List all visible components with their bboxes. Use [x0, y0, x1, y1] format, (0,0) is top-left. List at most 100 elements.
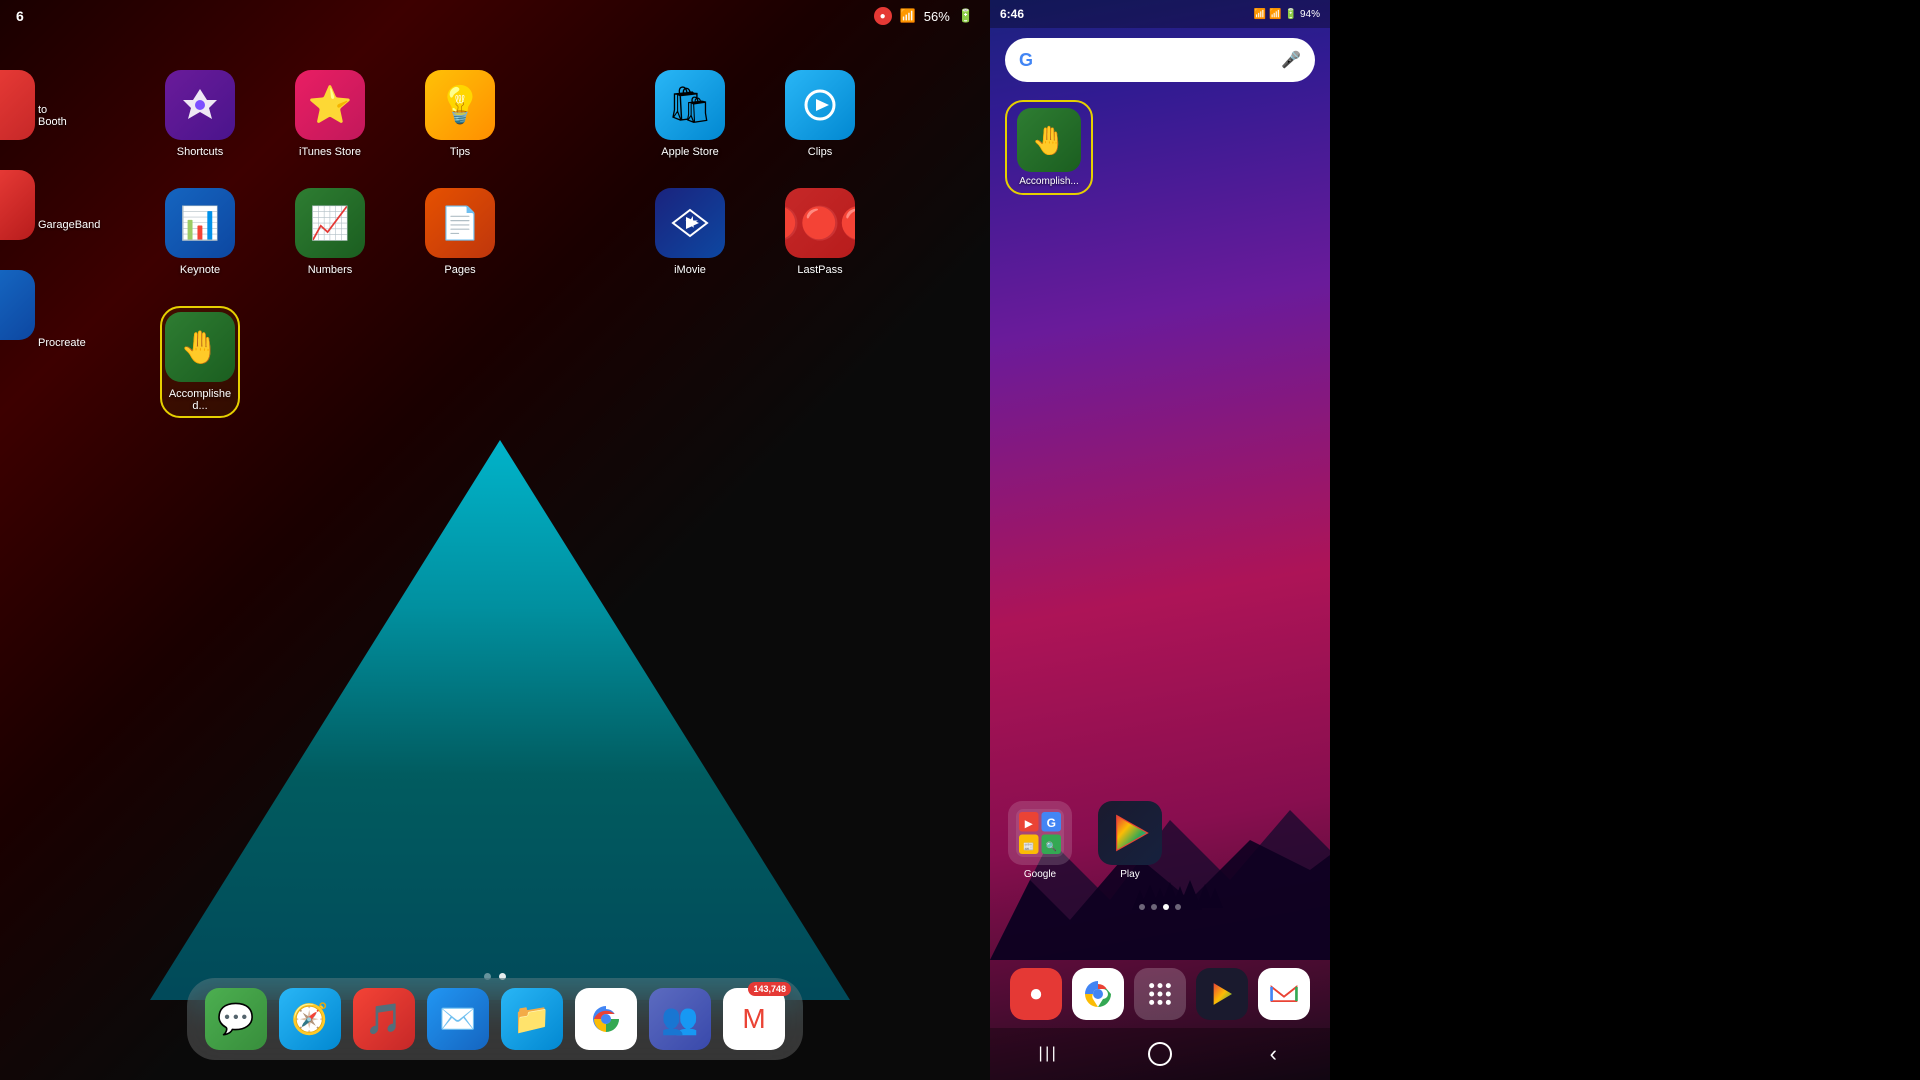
dock-messages[interactable]: 💬 [205, 988, 267, 1050]
dock-music[interactable]: 🎵 [353, 988, 415, 1050]
shortcuts-label: Shortcuts [177, 146, 223, 158]
imovie-icon: ★ [655, 188, 725, 258]
app-keynote[interactable]: 📊 Keynote [160, 188, 240, 276]
accomplished-icon: 🤚 [165, 312, 235, 382]
garageband-label: GarageBand [38, 219, 100, 231]
keynote-label: Keynote [180, 264, 220, 276]
android-screen: 6:46 📶 📶 🔋 94% G 🎤 🤚 Accomplish... [990, 0, 1330, 1080]
android-battery: 🔋 94% [1285, 9, 1320, 20]
app-pages[interactable]: 📄 Pages [420, 188, 500, 276]
android-navbar: | | | ‹ [990, 1028, 1330, 1080]
numbers-label: Numbers [308, 264, 353, 276]
gmail-badge: 143,748 [748, 982, 791, 996]
left-edge-label: to Booth [0, 99, 70, 128]
app-shortcuts[interactable]: Shortcuts [160, 70, 240, 158]
app-imovie[interactable]: ★ iMovie [650, 188, 730, 276]
android-play-app[interactable]: Play [1095, 801, 1165, 880]
android-nav-back[interactable]: ‹ [1253, 1034, 1293, 1074]
dock-chrome[interactable] [575, 988, 637, 1050]
android-accomplished-app[interactable]: 🤚 Accomplish... [1005, 100, 1093, 195]
statusbar-time: 6 [16, 8, 24, 24]
android-accomplished-label: Accomplish... [1019, 176, 1078, 187]
app-tips[interactable]: 💡 Tips [420, 70, 500, 158]
safari-icon: 🧭 [291, 1002, 328, 1037]
shortcuts-icon [165, 70, 235, 140]
itunes-label: iTunes Store [299, 146, 361, 158]
android-app-row: G ▶ 📰 🔍 Google [1005, 801, 1315, 880]
battery-icon: 🔋 [958, 8, 974, 24]
android-google-app[interactable]: G ▶ 📰 🔍 Google [1005, 801, 1075, 880]
pages-icon: 📄 [425, 188, 495, 258]
pages-label: Pages [444, 264, 475, 276]
android-nav-home[interactable] [1140, 1034, 1180, 1074]
android-dock-launcher[interactable] [1134, 968, 1186, 1020]
app-row-2: 📊 Keynote 📈 Numbers 📄 Pages [160, 188, 950, 276]
menu-lines-icon: | | | [1038, 1045, 1054, 1063]
dock-safari[interactable]: 🧭 [279, 988, 341, 1050]
android-page-dots [1139, 904, 1181, 910]
android-dot-1 [1139, 904, 1145, 910]
teams-icon: 👥 [661, 1002, 698, 1037]
google-app-label: Google [1024, 869, 1056, 880]
tips-label: Tips [450, 146, 470, 158]
android-dock-chrome[interactable] [1072, 968, 1124, 1020]
dock-mail[interactable]: ✉️ [427, 988, 489, 1050]
accomplished-label: Accomplished... [166, 388, 234, 412]
android-nav-menu[interactable]: | | | [1027, 1034, 1067, 1074]
ipad-screen: 6 ● 📶 56% 🔋 to Booth GarageBand Procreat… [0, 0, 990, 1080]
apple-store-label: Apple Store [661, 146, 718, 158]
app-lastpass[interactable]: 🔴🔴🔴 LastPass [780, 188, 860, 276]
tips-icon: 💡 [425, 70, 495, 140]
app-row-1: Shortcuts ⭐ iTunes Store 💡 Tips 🛍 [160, 70, 950, 158]
mic-icon[interactable]: 🎤 [1281, 50, 1301, 70]
accomplished-hand-icon: 🤚 [1032, 124, 1067, 157]
android-dock-record[interactable]: ⏺ [1010, 968, 1062, 1020]
dock-files[interactable]: 📁 [501, 988, 563, 1050]
battery-percent: 56% [924, 9, 950, 24]
time-label: 6 [16, 8, 24, 24]
clips-label: Clips [808, 146, 832, 158]
svg-text:🔍: 🔍 [1046, 841, 1057, 852]
itunes-icon: ⭐ [295, 70, 365, 140]
record-indicator: ● [874, 7, 892, 25]
dock-gmail[interactable]: M 143,748 [723, 988, 785, 1050]
android-dock-gmail[interactable] [1258, 968, 1310, 1020]
files-icon: 📁 [513, 1002, 550, 1037]
google-g-logo: G [1019, 50, 1033, 71]
android-dock-playstore[interactable] [1196, 968, 1248, 1020]
apple-store-icon: 🛍 [655, 70, 725, 140]
record-app-icon: ⏺ [1030, 981, 1041, 1007]
clips-icon [785, 70, 855, 140]
chrome-icon [588, 1001, 624, 1037]
app-itunes[interactable]: ⭐ iTunes Store [290, 70, 370, 158]
app-numbers[interactable]: 📈 Numbers [290, 188, 370, 276]
app-grid: Shortcuts ⭐ iTunes Store 💡 Tips 🛍 [0, 50, 990, 468]
keynote-icon: 📊 [165, 188, 235, 258]
svg-text:G: G [1047, 816, 1056, 830]
gmail-icon: M [742, 1003, 765, 1035]
google-folder-icon: G ▶ 📰 🔍 [1008, 801, 1072, 865]
google-searchbar[interactable]: G 🎤 [1005, 38, 1315, 82]
dock-teams[interactable]: 👥 [649, 988, 711, 1050]
android-wifi-icon: 📶 [1269, 9, 1281, 20]
android-statusbar-icons: 📶 📶 🔋 94% [1254, 9, 1320, 20]
messages-icon: 💬 [217, 1002, 254, 1037]
back-chevron-icon: ‹ [1270, 1041, 1277, 1067]
app-clips[interactable]: Clips [780, 70, 860, 158]
android-sim-icon: 📶 [1254, 9, 1266, 20]
android-dot-3 [1163, 904, 1169, 910]
android-statusbar: 6:46 📶 📶 🔋 94% [990, 0, 1330, 28]
photobooth-label: to Booth [38, 104, 70, 128]
app-apple-store[interactable]: 🛍 Apple Store [650, 70, 730, 158]
ipad-dock: 💬 🧭 🎵 ✉️ 📁 [187, 978, 803, 1060]
procreate-label: Procreate [38, 337, 86, 349]
imovie-label: iMovie [674, 264, 706, 276]
lastpass-label: LastPass [797, 264, 842, 276]
lastpass-icon: 🔴🔴🔴 [785, 188, 855, 258]
android-accomplished-icon: 🤚 [1017, 108, 1081, 172]
mail-icon: ✉️ [439, 1002, 476, 1037]
app-row-3: 🤚 Accomplished... [160, 306, 950, 418]
android-dot-4 [1175, 904, 1181, 910]
android-dot-2 [1151, 904, 1157, 910]
app-accomplished[interactable]: 🤚 Accomplished... [160, 306, 240, 418]
